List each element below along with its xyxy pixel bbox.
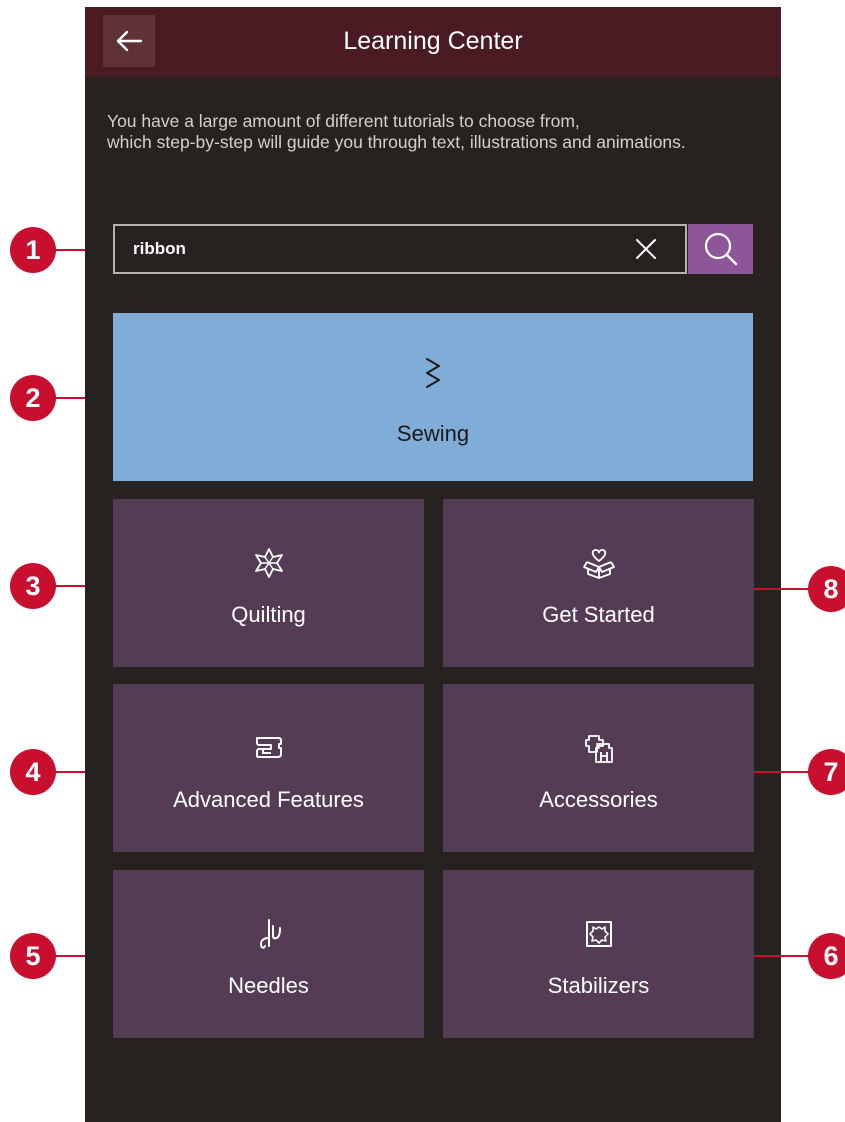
callout-5: 5 [10, 933, 56, 979]
quilt-star-icon [113, 547, 424, 584]
search-input[interactable]: ribbon [113, 224, 687, 274]
tile-advanced-features-label: Advanced Features [173, 787, 364, 812]
intro-line-2: which step-by-step will guide you throug… [107, 132, 686, 152]
callout-8-leader [754, 588, 809, 590]
presser-feet-icon [443, 732, 754, 771]
back-button[interactable] [103, 15, 155, 67]
sewing-machine-icon [113, 732, 424, 769]
callout-4: 4 [10, 749, 56, 795]
tile-sewing-label: Sewing [396, 421, 470, 446]
title-bar: Learning Center [85, 7, 781, 77]
tile-get-started[interactable]: Get Started [443, 499, 754, 667]
tile-stabilizers-label: Stabilizers [547, 973, 650, 998]
search-input-value[interactable]: ribbon [133, 226, 186, 272]
callout-7: 7 [808, 749, 845, 795]
tile-quilting[interactable]: Quilting [113, 499, 424, 667]
callout-7-leader [754, 771, 809, 773]
tile-get-started-label: Get Started [542, 602, 655, 627]
intro-text: You have a large amount of different tut… [107, 111, 767, 153]
tile-needles-label: Needles [228, 973, 309, 998]
callout-6: 6 [808, 933, 845, 979]
callout-2: 2 [10, 375, 56, 421]
gift-heart-box-icon [443, 547, 754, 584]
close-icon[interactable] [635, 238, 657, 260]
tile-advanced-features[interactable]: Advanced Features [113, 684, 424, 852]
callout-8: 8 [808, 566, 845, 612]
callout-6-leader [754, 955, 809, 957]
tile-accessories[interactable]: Accessories [443, 684, 754, 852]
tile-accessories-label: Accessories [539, 787, 658, 812]
tile-quilting-label: Quilting [231, 602, 306, 627]
zigzag-stitch-icon [113, 357, 753, 396]
page-title: Learning Center [343, 27, 523, 55]
search-button[interactable] [688, 224, 753, 274]
tile-sewing[interactable]: Sewing [113, 313, 753, 481]
learning-center-screen: Learning Center You have a large amount … [85, 7, 781, 1122]
tile-needles[interactable]: Needles [113, 870, 424, 1038]
needle-thread-icon [113, 918, 424, 957]
intro-line-1: You have a large amount of different tut… [107, 111, 580, 131]
callout-3: 3 [10, 563, 56, 609]
stabilizer-patch-icon [443, 918, 754, 955]
callout-1: 1 [10, 227, 56, 273]
tile-stabilizers[interactable]: Stabilizers [443, 870, 754, 1038]
